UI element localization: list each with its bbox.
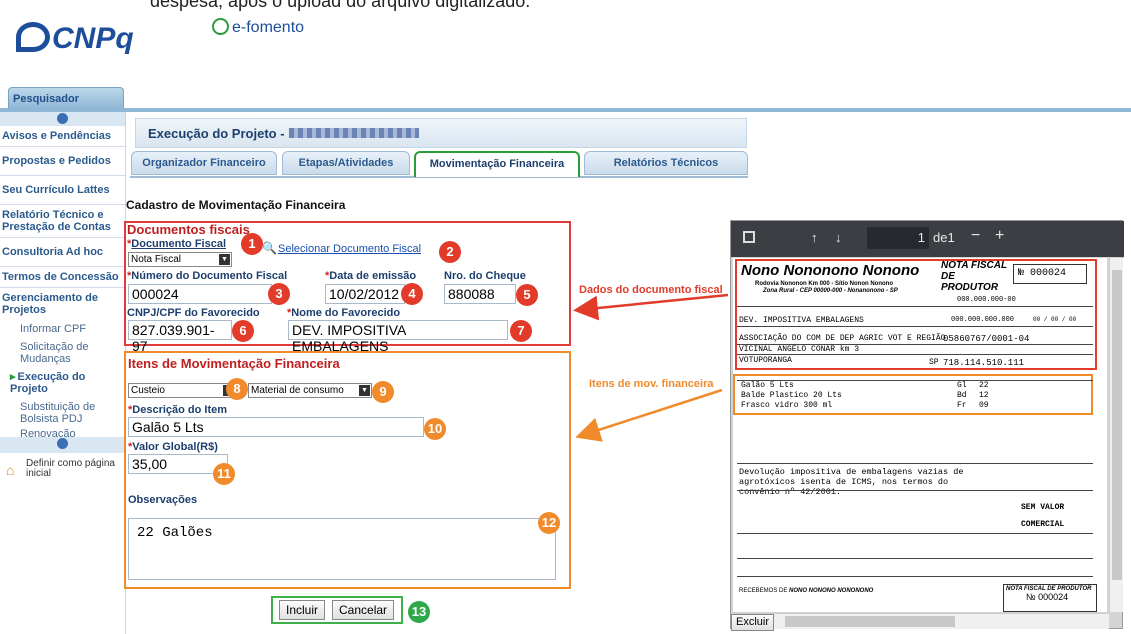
- doc-ie: 718.114.510.111: [943, 358, 1025, 368]
- horizontal-scrollbar[interactable]: [733, 613, 1109, 629]
- doc-rule: [737, 533, 1093, 534]
- page-input[interactable]: 1: [867, 227, 929, 249]
- doc-rule: [737, 490, 1093, 491]
- doc-company: Nono Nononono Nonono: [741, 262, 920, 279]
- doc-item-row: Balde Plastico 20 Lts: [741, 391, 842, 400]
- vertical-scroll-thumb[interactable]: [1112, 270, 1122, 580]
- page-total: de1: [933, 230, 955, 245]
- next-page-icon[interactable]: ↓: [835, 230, 842, 245]
- doc-uf: SP: [929, 358, 939, 367]
- doc-footer-box: NOTA FISCAL DE PRODUTOR № 000024: [1003, 584, 1097, 612]
- doc-insc-1: 000.000.000-00: [957, 296, 1016, 304]
- arrow-doc: [573, 293, 729, 321]
- doc-comercial: COMERCIAL: [1021, 520, 1065, 529]
- annotation-doc: Dados do documento fiscal: [579, 284, 723, 296]
- prev-page-icon[interactable]: ↑: [811, 230, 818, 245]
- doc-city: VOTUPORANGA: [739, 356, 792, 365]
- sidebar-toggle-icon[interactable]: [743, 231, 755, 243]
- doc-item-qty: 12: [979, 391, 989, 400]
- doc-nf-title: NOTA FISCAL DE PRODUTOR: [941, 260, 1007, 293]
- doc-date-blank: 00 / 00 / 00: [1033, 316, 1077, 323]
- doc-item-unit: Gl: [957, 381, 967, 390]
- arrow-items: [575, 388, 723, 442]
- doc-item-qty: 09: [979, 401, 989, 410]
- doc-dest-2: ASSOCIAÇÃO DO COM DE DEP AGRIC VOT E REG…: [739, 334, 946, 343]
- doc-cnpj: 05860767/0001-04: [943, 334, 1030, 344]
- doc-item-qty: 22: [979, 381, 989, 390]
- annotation-items: Itens de mov. financeira: [589, 378, 714, 390]
- doc-dest-1: DEV. IMPOSITIVA EMBALAGENS: [739, 316, 864, 325]
- doc-address-1: Rodovia Nononon Km 000 - Sítio Nonon Non…: [755, 281, 893, 287]
- vertical-scrollbar[interactable]: [1109, 258, 1123, 612]
- doc-note: Devolução impositiva de embalagens vazia…: [739, 467, 964, 497]
- zoom-out-icon[interactable]: −: [971, 227, 980, 245]
- horizontal-scroll-thumb[interactable]: [785, 616, 955, 627]
- doc-nf-number: № 000024: [1013, 264, 1087, 284]
- doc-address-2: Zona Rural - CEP 00000-000 - Nonanonono …: [763, 288, 898, 294]
- doc-dest-3: VICINAL ANGELO CONAR km 3: [739, 345, 860, 354]
- doc-rule: [737, 306, 1093, 307]
- doc-item-row: Frasco vidro 300 ml: [741, 401, 833, 410]
- zoom-in-icon[interactable]: +: [995, 227, 1004, 245]
- pdf-toolbar: ↑ ↓ 1 de1 − +: [731, 221, 1124, 257]
- doc-item-unit: Fr: [957, 401, 967, 410]
- doc-item-row: Galão 5 Lts: [741, 381, 794, 390]
- invoice-document: Nono Nononono Nonono Rodovia Nononon Km …: [733, 258, 1107, 612]
- doc-item-unit: Bd: [957, 391, 967, 400]
- doc-rule: [737, 463, 1093, 464]
- excluir-button[interactable]: Excluir: [731, 614, 775, 631]
- doc-rule: [737, 326, 1093, 327]
- doc-rule: [737, 576, 1093, 577]
- doc-recebemos: RECEBEMOS DE NONO NONONO NONONONO: [739, 588, 874, 594]
- doc-sem-valor: SEM VALOR: [1021, 503, 1065, 512]
- doc-rule: [737, 558, 1093, 559]
- pdf-viewer: ↑ ↓ 1 de1 − + Nono Nononono Nonono Rodov…: [730, 220, 1124, 629]
- doc-rule: [737, 354, 1093, 355]
- doc-insc-2: 000.000.000.000: [951, 316, 1015, 324]
